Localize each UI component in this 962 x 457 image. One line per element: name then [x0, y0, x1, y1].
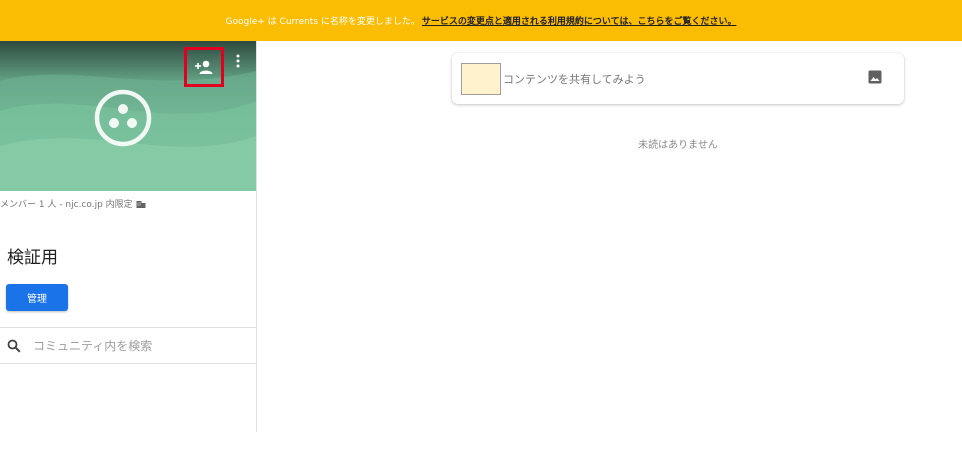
community-icon — [94, 89, 152, 151]
top-banner: Google+ は Currents に名称を変更しました。 サービスの変更点と… — [0, 0, 962, 41]
membership-text: メンバー 1 人 - njc.co.jp 内限定 — [0, 200, 133, 210]
image-icon[interactable] — [868, 70, 882, 84]
community-cover — [0, 41, 256, 191]
compose-prompt[interactable]: コンテンツを共有してみよう — [503, 71, 646, 87]
add-member-button[interactable] — [184, 47, 224, 87]
more-options-button[interactable] — [232, 51, 244, 71]
community-title: 検証用 — [7, 248, 58, 268]
manage-button[interactable]: 管理 — [6, 284, 68, 311]
empty-feed-message: 未読はありません — [638, 140, 718, 151]
community-search[interactable]: コミュニティ内を検索 — [0, 327, 256, 364]
search-icon — [7, 339, 21, 353]
membership-info: メンバー 1 人 - njc.co.jp 内限定 — [0, 197, 146, 210]
compose-box[interactable]: コンテンツを共有してみよう — [452, 53, 904, 104]
search-placeholder: コミュニティ内を検索 — [33, 339, 153, 353]
more-vert-icon — [236, 54, 240, 68]
banner-text: Google+ は Currents に名称を変更しました。 — [225, 17, 420, 27]
community-sidebar: メンバー 1 人 - njc.co.jp 内限定 検証用 管理 コミュニティ内を… — [0, 41, 257, 432]
domain-building-icon — [136, 200, 146, 208]
avatar — [461, 63, 501, 95]
person-add-icon — [194, 59, 214, 75]
banner-link[interactable]: サービスの変更点と適用される利用規約については、こちらをご覧ください。 — [422, 14, 737, 27]
